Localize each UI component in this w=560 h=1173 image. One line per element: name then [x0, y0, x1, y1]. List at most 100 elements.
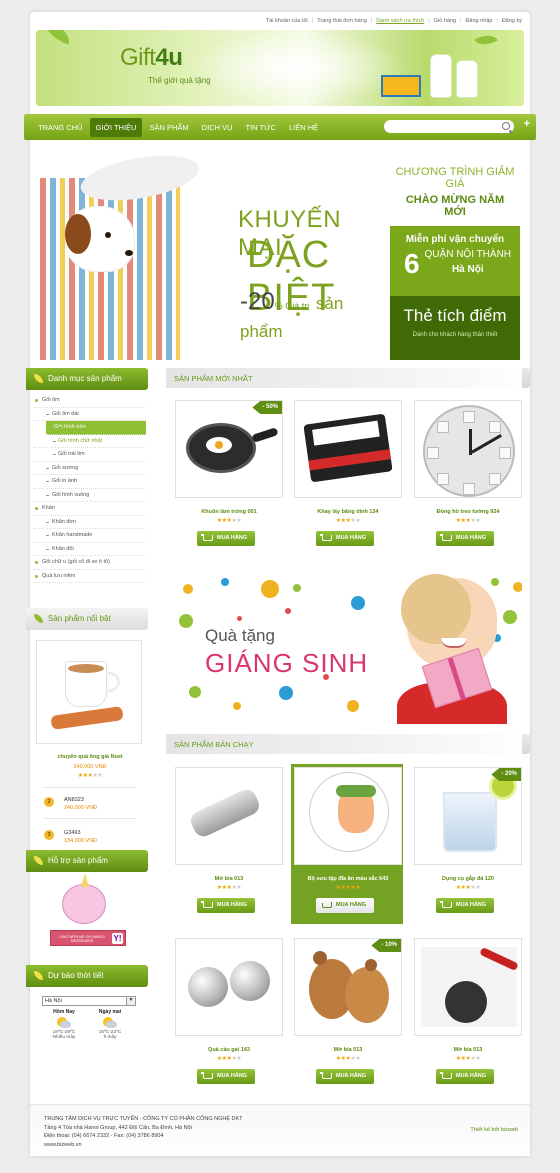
- categories-heading: Danh mục sản phẩm: [26, 368, 148, 390]
- rank-medal-icon: 3: [44, 830, 54, 840]
- nav-item[interactable]: DỊCH VỤ: [196, 118, 239, 137]
- product-image[interactable]: - 50%: [175, 400, 283, 498]
- category-item[interactable]: Khăn handmade: [34, 529, 146, 543]
- promo-banner[interactable]: KHUYẾN MẠI ĐẶC BIỆT -20% Giá trị sản phẩ…: [40, 148, 520, 360]
- category-item[interactable]: Gối hình vuông: [34, 489, 146, 502]
- chevron-down-icon[interactable]: ▼: [126, 997, 135, 1005]
- product-image[interactable]: [294, 767, 402, 865]
- top-link[interactable]: Tài khoản của tôi: [266, 18, 308, 24]
- city-select[interactable]: Hà Nội ▼: [42, 996, 136, 1006]
- top-link[interactable]: Đăng nhập: [465, 18, 492, 24]
- yahoo-chat-button[interactable]: CHAT WITH ME ON YAHOO! MESSENGER Y!: [50, 930, 126, 946]
- product-image[interactable]: - 20%: [414, 767, 522, 865]
- product-image[interactable]: [414, 400, 522, 498]
- buy-button[interactable]: MUA HÀNG: [316, 898, 374, 913]
- product-image[interactable]: [414, 938, 522, 1036]
- product-name[interactable]: Mở bia 013: [294, 1047, 402, 1053]
- buy-button[interactable]: MUA HÀNG: [316, 531, 374, 546]
- product-name[interactable]: Đồng hồ treo tường 924: [414, 509, 522, 515]
- product-image[interactable]: [175, 938, 283, 1036]
- support-widget[interactable]: CHAT WITH ME ON YAHOO! MESSENGER Y!: [44, 873, 132, 962]
- product-rating: ★★★★★: [414, 884, 522, 891]
- christmas-banner-line2: GIÁNG SINH: [205, 648, 369, 678]
- mini-product-price: 134.000 VNĐ: [64, 838, 98, 844]
- product-name[interactable]: Quả cầu gai 143: [175, 1047, 283, 1053]
- milk-bottle-image: [430, 54, 452, 98]
- top-link[interactable]: Đăng ký: [502, 18, 522, 24]
- product-rating: ★★★★★: [294, 1055, 402, 1062]
- buy-button[interactable]: MUA HÀNG: [316, 1069, 374, 1084]
- plus-icon[interactable]: +: [524, 119, 530, 130]
- star-icon: ★: [236, 1056, 242, 1062]
- category-item[interactable]: Gối ôm dài: [34, 408, 146, 421]
- buy-button[interactable]: MUA HÀNG: [197, 531, 255, 546]
- product-name[interactable]: Khuôn làm trứng 001: [175, 509, 283, 515]
- featured-product-image[interactable]: [36, 640, 142, 744]
- top-link[interactable]: Trạng thái đơn hàng: [317, 18, 367, 24]
- logo[interactable]: Gift4u: [120, 44, 183, 72]
- promo-box-sale[interactable]: CHƯƠNG TRÌNH GIẢM GIÁ CHÀO MỪNG NĂM MỚI: [390, 148, 520, 226]
- main-nav: TRANG CHỦ GIỚI THIỆU SẢN PHẨM DỊCH VỤ TIN TỨ…: [24, 114, 536, 140]
- product-name[interactable]: Bộ sưu tập đĩa ăn màu sắc 643: [294, 876, 402, 882]
- promo-box-shipping[interactable]: Miễn phí vận chuyển 6 QUẬN NỘI THÀNH Hà …: [390, 226, 520, 296]
- product-name[interactable]: Mở bia 013: [414, 1047, 522, 1053]
- star-icon: ★: [355, 885, 361, 891]
- cart-icon: [320, 534, 332, 541]
- nav-item[interactable]: TRANG CHỦ: [32, 118, 89, 137]
- product-image[interactable]: [294, 400, 402, 498]
- leaf-icon: [34, 856, 43, 865]
- leaf-icon: [34, 374, 43, 383]
- product-name[interactable]: Mở bia 013: [175, 876, 283, 882]
- nav-item[interactable]: SẢN PHẨM: [143, 118, 194, 137]
- weather-today: Hôm Nay 18ºC-29ºC Nhiều mây: [52, 1009, 76, 1040]
- yahoo-icon: Y!: [112, 933, 123, 944]
- promo-box-sale-subtitle: CHÀO MỪNG NĂM MỚI: [405, 194, 505, 218]
- partly-cloudy-icon: [103, 1017, 117, 1028]
- product-name[interactable]: Dụng cụ gắp đá 120: [414, 876, 522, 882]
- category-item[interactable]: Gối hình tròn: [46, 421, 146, 435]
- top-link[interactable]: Giỏ hàng: [434, 18, 456, 24]
- category-item[interactable]: Gối in ảnh: [34, 475, 146, 489]
- buy-button[interactable]: MUA HÀNG: [436, 531, 494, 546]
- promo-box-loyalty[interactable]: Thẻ tích điểm Dành cho khách hàng thân t…: [390, 296, 520, 360]
- buy-button[interactable]: MUA HÀNG: [197, 898, 255, 913]
- best-sellers-heading: SẢN PHẨM BÁN CHẠY: [166, 734, 530, 754]
- nav-item[interactable]: GIỚI THIỆU: [89, 117, 143, 137]
- cart-icon: [201, 534, 213, 541]
- leaf-icon: [34, 614, 43, 623]
- leaf-decoration: [40, 30, 74, 45]
- category-item[interactable]: Gối hình chữ nhật: [34, 435, 146, 448]
- category-item[interactable]: Khăn: [34, 502, 146, 516]
- mini-product-name[interactable]: AN8323: [64, 797, 84, 803]
- search-icon[interactable]: [502, 122, 510, 130]
- category-item[interactable]: Quà lưu niệm: [34, 570, 146, 583]
- search-box[interactable]: [384, 120, 514, 133]
- nav-item[interactable]: TIN TỨC: [240, 118, 282, 137]
- product-image[interactable]: - 10%: [294, 938, 402, 1036]
- category-list: Gối ôm Gối ôm dài Gối hình tròn Gối hình ch…: [34, 394, 146, 583]
- footer-website-link[interactable]: www.bizweb.vn: [44, 1141, 243, 1150]
- category-item[interactable]: Gối ôm: [34, 394, 146, 408]
- featured-product-name[interactable]: chuyên quà ông già Noel: [34, 754, 146, 760]
- logo-tagline: Thế giới quà tặng: [148, 76, 211, 85]
- category-item[interactable]: Gối chữ u (gối cổ đi xe ô tô): [34, 556, 146, 570]
- cart-icon: [201, 901, 213, 908]
- girl-image: [401, 574, 497, 668]
- product-name[interactable]: Khay lấy băng dính 134: [294, 509, 402, 515]
- category-item[interactable]: Khăn đôi: [34, 543, 146, 556]
- buy-button[interactable]: MUA HÀNG: [436, 898, 494, 913]
- buy-button[interactable]: MUA HÀNG: [197, 1069, 255, 1084]
- product-image[interactable]: [175, 767, 283, 865]
- buy-button[interactable]: MUA HÀNG: [436, 1069, 494, 1084]
- category-item[interactable]: Gối trái tim: [34, 448, 146, 462]
- category-item[interactable]: Khăn đơn: [34, 516, 146, 529]
- category-item[interactable]: Gối sương: [34, 462, 146, 475]
- footer-credit-link[interactable]: Thiết kế bởi bizweb: [470, 1127, 518, 1133]
- milk-bottle-image: [456, 60, 478, 98]
- weather-heading: Dự báo thời tiết: [26, 965, 148, 987]
- christmas-banner[interactable]: Quà tặng GIÁNG SINH: [175, 574, 522, 724]
- nav-item[interactable]: LIÊN HỆ: [283, 118, 324, 137]
- top-link[interactable]: Danh sách ưa thích: [376, 18, 424, 24]
- mini-product-name[interactable]: G3493: [64, 830, 81, 836]
- partly-cloudy-icon: [57, 1017, 71, 1028]
